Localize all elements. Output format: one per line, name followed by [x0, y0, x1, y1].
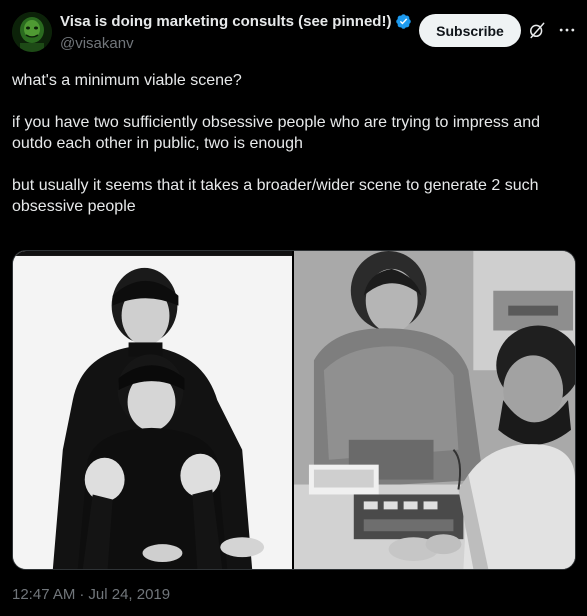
media-photo-left[interactable]	[13, 251, 292, 569]
grok-slash-icon[interactable]	[527, 20, 547, 40]
tweet-media-grid	[12, 250, 576, 570]
more-horizontal-icon[interactable]	[557, 20, 577, 40]
subscribe-button[interactable]: Subscribe	[419, 14, 521, 47]
author-handle[interactable]: @visakanv	[60, 35, 134, 52]
media-photo-right[interactable]	[294, 251, 575, 569]
author-name-row: Visa is doing marketing consults (see pi…	[60, 13, 412, 30]
photo-two-men-circuit-board	[294, 251, 575, 569]
verified-badge-icon[interactable]	[395, 13, 412, 30]
photo-two-men-dark-clothes	[13, 251, 292, 569]
tweet-timestamp[interactable]: 12:47 AM · Jul 24, 2019	[12, 586, 170, 603]
tweet-paragraph: what's a minimum viable scene?	[12, 72, 242, 89]
author-display-name[interactable]: Visa is doing marketing consults (see pi…	[60, 13, 391, 30]
author-avatar[interactable]	[12, 12, 52, 52]
tweet-text: what's a minimum viable scene? if you ha…	[12, 70, 572, 217]
tweet-card: Visa is doing marketing consults (see pi…	[0, 0, 587, 616]
timestamp-date: Jul 24, 2019	[88, 586, 171, 603]
timestamp-time: 12:47 AM	[12, 586, 76, 603]
avatar-image	[12, 12, 52, 52]
timestamp-separator: ·	[79, 586, 85, 603]
tweet-paragraph: if you have two sufficiently obsessive p…	[12, 114, 540, 152]
tweet-paragraph: but usually it seems that it takes a bro…	[12, 177, 539, 215]
